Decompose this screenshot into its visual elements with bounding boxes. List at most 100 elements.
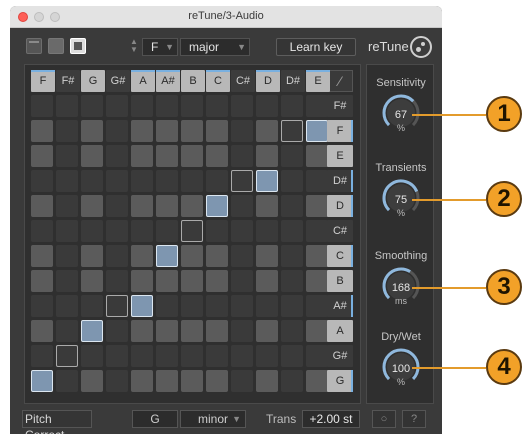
grid-cell[interactable] bbox=[231, 270, 253, 292]
grid-cell[interactable] bbox=[56, 145, 78, 167]
grid-cell[interactable] bbox=[281, 95, 303, 117]
grid-cell[interactable] bbox=[181, 145, 203, 167]
grid-cell[interactable] bbox=[156, 220, 178, 242]
grid-cell[interactable] bbox=[56, 370, 78, 392]
grid-cell[interactable] bbox=[31, 270, 53, 292]
grid-cell[interactable] bbox=[131, 370, 153, 392]
grid-cell[interactable] bbox=[206, 270, 228, 292]
grid-cell[interactable] bbox=[56, 95, 78, 117]
grid-cell[interactable] bbox=[281, 145, 303, 167]
row-note-label[interactable]: C bbox=[327, 245, 353, 267]
column-header[interactable]: C bbox=[206, 70, 230, 92]
grid-cell[interactable] bbox=[156, 120, 178, 142]
grid-cell-active[interactable] bbox=[306, 120, 328, 142]
grid-cell[interactable] bbox=[306, 220, 328, 242]
grid-cell[interactable] bbox=[306, 345, 328, 367]
grid-cell-active[interactable] bbox=[131, 295, 153, 317]
grid-cell[interactable] bbox=[231, 370, 253, 392]
grid-cell[interactable] bbox=[81, 370, 103, 392]
grid-cell[interactable] bbox=[131, 320, 153, 342]
grid-cell[interactable] bbox=[281, 345, 303, 367]
key-stepper[interactable]: ▲ ▼ bbox=[128, 38, 140, 56]
grid-cell[interactable] bbox=[231, 245, 253, 267]
row-note-label[interactable]: D# bbox=[327, 170, 353, 192]
grid-cell[interactable] bbox=[131, 145, 153, 167]
grid-cell[interactable] bbox=[306, 145, 328, 167]
grid-cell[interactable] bbox=[281, 170, 303, 192]
grid-cell-active[interactable] bbox=[31, 370, 53, 392]
grid-cell[interactable] bbox=[181, 370, 203, 392]
grid-cell[interactable] bbox=[31, 95, 53, 117]
grid-cell[interactable] bbox=[106, 170, 128, 192]
grid-cell-active[interactable] bbox=[156, 245, 178, 267]
grid-cell[interactable] bbox=[281, 270, 303, 292]
grid-cell[interactable] bbox=[256, 120, 278, 142]
grid-cell[interactable] bbox=[231, 295, 253, 317]
column-header[interactable]: G bbox=[81, 70, 105, 92]
grid-cell[interactable] bbox=[31, 320, 53, 342]
grid-cell[interactable] bbox=[81, 120, 103, 142]
grid-cell[interactable] bbox=[81, 270, 103, 292]
column-header[interactable]: A# bbox=[156, 70, 180, 92]
grid-cell[interactable] bbox=[181, 170, 203, 192]
grid-cell[interactable] bbox=[256, 145, 278, 167]
grid-cell[interactable] bbox=[206, 295, 228, 317]
grid-cell[interactable] bbox=[281, 295, 303, 317]
grid-cell[interactable] bbox=[31, 220, 53, 242]
grid-cell[interactable] bbox=[31, 120, 53, 142]
scale-select[interactable]: major ▼ bbox=[180, 38, 250, 56]
grid-cell[interactable] bbox=[131, 195, 153, 217]
grid-cell[interactable] bbox=[131, 345, 153, 367]
grid-cell[interactable] bbox=[206, 170, 228, 192]
grid-cell[interactable] bbox=[81, 145, 103, 167]
row-note-label[interactable]: D bbox=[327, 195, 353, 217]
grid-cell[interactable] bbox=[206, 320, 228, 342]
grid-cell[interactable] bbox=[306, 270, 328, 292]
view-full-button[interactable] bbox=[70, 38, 86, 54]
grid-cell[interactable] bbox=[206, 120, 228, 142]
grid-cell[interactable] bbox=[281, 245, 303, 267]
grid-cell[interactable] bbox=[31, 170, 53, 192]
grid-cell[interactable] bbox=[131, 270, 153, 292]
grid-cell[interactable] bbox=[156, 195, 178, 217]
grid-cell[interactable] bbox=[306, 95, 328, 117]
grid-cell[interactable] bbox=[206, 95, 228, 117]
knob-transients[interactable]: Transients 75% bbox=[367, 162, 435, 240]
row-note-label[interactable]: G bbox=[327, 370, 353, 392]
grid-cell[interactable] bbox=[131, 170, 153, 192]
knob-smoothing[interactable]: Smoothing 168 ms bbox=[367, 250, 435, 328]
grid-cell[interactable] bbox=[281, 320, 303, 342]
grid-cell[interactable] bbox=[206, 145, 228, 167]
grid-cell[interactable] bbox=[156, 95, 178, 117]
grid-cell[interactable] bbox=[81, 245, 103, 267]
grid-cell[interactable] bbox=[31, 245, 53, 267]
grid-cell[interactable] bbox=[256, 95, 278, 117]
grid-cell[interactable] bbox=[281, 370, 303, 392]
column-header[interactable]: A bbox=[131, 70, 155, 92]
knob-sensitivity[interactable]: Sensitivity 67% bbox=[367, 77, 435, 155]
grid-cell[interactable] bbox=[131, 245, 153, 267]
column-header[interactable]: F bbox=[31, 70, 55, 92]
row-note-label[interactable]: F bbox=[327, 120, 353, 142]
footer-scale-select[interactable]: minor ▼ bbox=[180, 410, 246, 428]
column-header[interactable]: D# bbox=[281, 70, 305, 92]
column-header[interactable]: B bbox=[181, 70, 205, 92]
column-header[interactable]: F# bbox=[56, 70, 80, 92]
grid-cell[interactable] bbox=[181, 120, 203, 142]
knob-dry-wet[interactable]: Dry/Wet 100% bbox=[367, 331, 435, 409]
grid-cell[interactable] bbox=[131, 120, 153, 142]
grid-cell[interactable] bbox=[106, 95, 128, 117]
grid-cell[interactable] bbox=[106, 120, 128, 142]
grid-cell[interactable] bbox=[181, 195, 203, 217]
footer-key-select[interactable]: G bbox=[132, 410, 178, 428]
column-header[interactable]: G# bbox=[106, 70, 130, 92]
settings-circle-icon[interactable]: ○ bbox=[372, 410, 396, 428]
grid-cell[interactable] bbox=[106, 345, 128, 367]
grid-cell[interactable] bbox=[81, 195, 103, 217]
grid-cell[interactable] bbox=[81, 95, 103, 117]
pitch-correct-field[interactable]: Pitch Correct bbox=[22, 410, 92, 434]
grid-cell[interactable] bbox=[156, 345, 178, 367]
grid-cell[interactable] bbox=[31, 145, 53, 167]
grid-cell[interactable] bbox=[106, 370, 128, 392]
grid-cell-active[interactable] bbox=[81, 320, 103, 342]
